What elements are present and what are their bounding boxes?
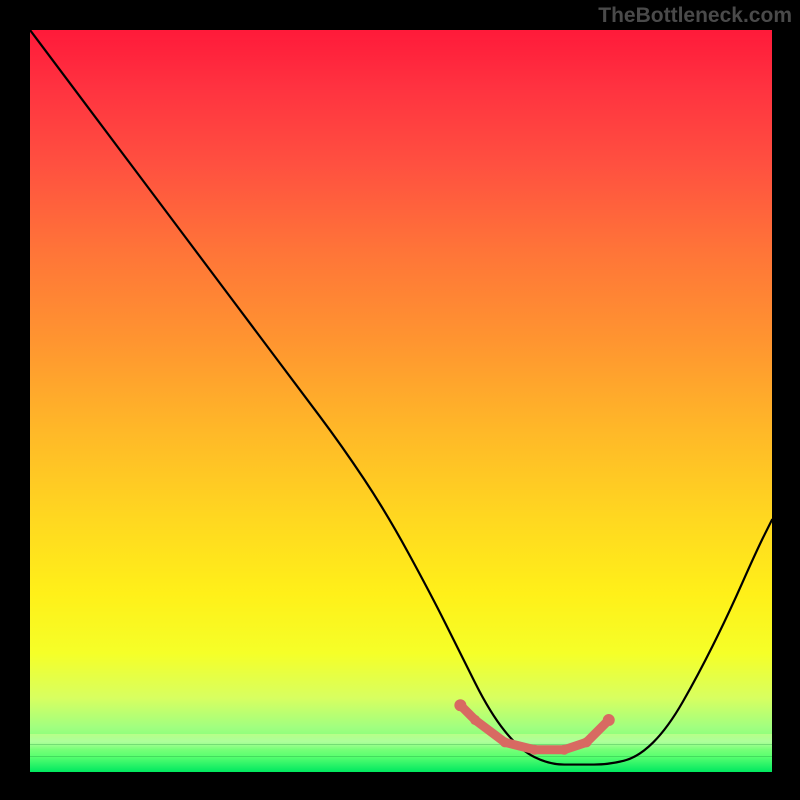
optimal-range-dot — [582, 737, 592, 747]
optimal-range-dot — [470, 715, 480, 725]
optimal-range-markers — [454, 699, 614, 755]
optimal-range-dot — [530, 745, 540, 755]
bottleneck-curve-path — [30, 30, 772, 765]
optimal-range-dot — [559, 745, 569, 755]
optimal-range-dot — [500, 737, 510, 747]
watermark-text: TheBottleneck.com — [598, 4, 792, 28]
optimal-range-dot — [454, 699, 466, 711]
chart-svg — [30, 30, 772, 772]
chart-plot-area — [30, 30, 772, 772]
optimal-range-dot — [603, 714, 615, 726]
